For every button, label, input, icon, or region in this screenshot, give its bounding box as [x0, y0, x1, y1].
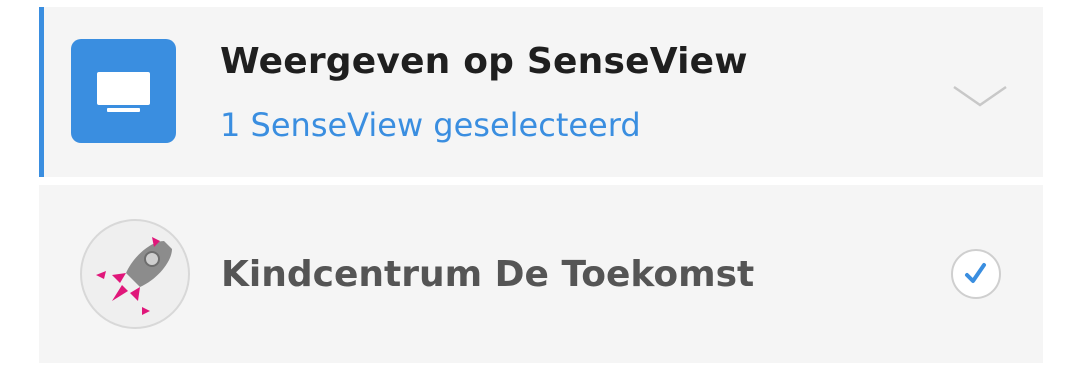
chevron-down-icon[interactable]: [952, 79, 1008, 115]
tv-icon: [71, 39, 176, 143]
list-item[interactable]: Kindcentrum De Toekomst: [39, 185, 1043, 363]
panel-title: Weergeven op SenseView: [220, 41, 748, 82]
checkmark-icon[interactable]: [950, 248, 1002, 300]
panel-subtitle: 1 SenseView geselecteerd: [220, 106, 641, 144]
rocket-icon: [80, 219, 190, 329]
item-label: Kindcentrum De Toekomst: [221, 254, 755, 295]
display-on-senseview-panel[interactable]: Weergeven op SenseView 1 SenseView gesel…: [39, 7, 1043, 177]
